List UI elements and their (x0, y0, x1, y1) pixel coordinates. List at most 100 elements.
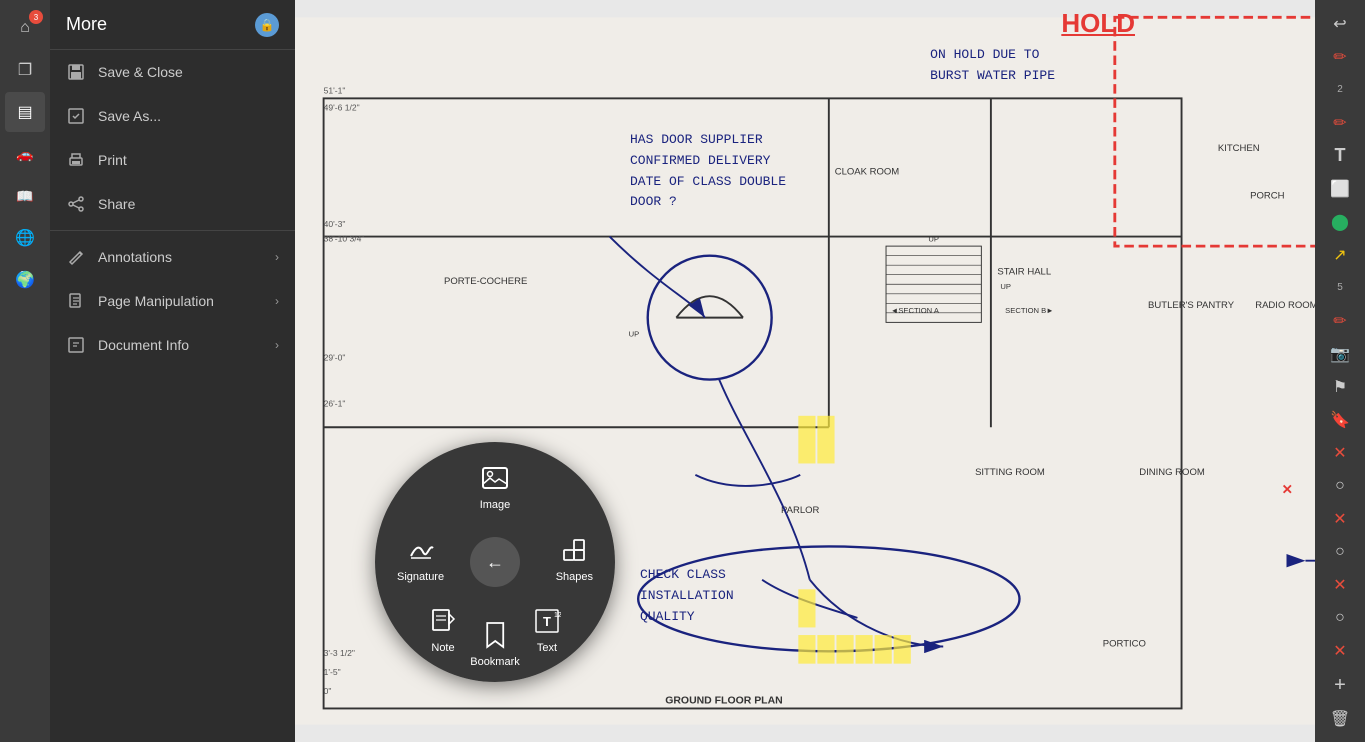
home-badge: 3 (29, 10, 43, 24)
svg-text:29'-0": 29'-0" (324, 353, 346, 363)
arrow-button[interactable]: ↗ (1320, 239, 1360, 270)
radial-text-item[interactable]: T 12 Text (529, 603, 565, 654)
svg-text:51'-1": 51'-1" (324, 86, 346, 96)
text-t-icon: T (1335, 145, 1346, 166)
copy-icon: ❐ (18, 60, 32, 80)
text-icon: T 12 (529, 603, 565, 639)
sidebar-title: More (66, 14, 255, 35)
vehicle-icon: 🚗 (16, 146, 33, 163)
globe-icon: 🌐 (15, 228, 35, 248)
lock-icon: 🔒 (255, 13, 279, 37)
save-as-icon (66, 106, 86, 126)
doc-icon-btn[interactable]: ▤ (5, 92, 45, 132)
circle3-icon: ○ (1335, 543, 1345, 561)
text-t-button[interactable]: T (1320, 140, 1360, 171)
radial-shapes-item[interactable]: Shapes (556, 532, 593, 583)
circle4-button[interactable]: ○ (1320, 602, 1360, 633)
circle3-button[interactable]: ○ (1320, 536, 1360, 567)
circle-icon: ⬤ (1331, 212, 1349, 232)
number5-badge: 5 (1337, 282, 1343, 293)
annotations-label: Annotations (98, 249, 263, 265)
svg-text:GROUND FLOOR PLAN: GROUND FLOOR PLAN (665, 696, 782, 707)
annotations-chevron: › (275, 250, 279, 264)
save-as-item[interactable]: Save As... (50, 94, 295, 138)
hold-annotation: HOLD (1061, 8, 1135, 39)
radial-bookmark-item[interactable]: Bookmark (470, 617, 520, 668)
radial-signature-item[interactable]: Signature (397, 532, 444, 583)
svg-text:RADIO ROOM: RADIO ROOM (1255, 300, 1315, 311)
on-hold-annotation: ON HOLD DUE TOBURST WATER PIPE (930, 45, 1055, 87)
copy-icon-btn[interactable]: ❐ (5, 50, 45, 90)
pencil3-button[interactable]: ✏ (1320, 305, 1360, 336)
share-icon (66, 194, 86, 214)
add-button[interactable]: + (1320, 670, 1360, 701)
x4-button[interactable]: ✕ (1320, 635, 1360, 666)
x3-button[interactable]: ✕ (1320, 569, 1360, 600)
camera-icon: 📷 (1330, 344, 1350, 364)
flag-button[interactable]: ⚑ (1320, 371, 1360, 402)
home-icon-btn[interactable]: ⌂ 3 (5, 8, 45, 48)
earth-icon: 🌍 (15, 270, 35, 290)
print-item[interactable]: Print (50, 138, 295, 182)
svg-text:DINING ROOM: DINING ROOM (1139, 467, 1205, 478)
number5-button: 5 (1320, 272, 1360, 303)
print-icon (66, 150, 86, 170)
book-icon-btn[interactable]: 📖 (5, 176, 45, 216)
save-close-icon (66, 62, 86, 82)
circle4-icon: ○ (1335, 609, 1345, 627)
shapes-icon (556, 532, 592, 568)
book-icon: 📖 (16, 188, 33, 205)
radial-note-item[interactable]: Note (425, 603, 461, 654)
right-toolbar: ↩ ✏ 2 ✏ T ⬜ ⬤ ↗ 5 ✏ 📷 ⚑ (1315, 0, 1365, 742)
svg-text:38'-10 3/4": 38'-10 3/4" (324, 233, 365, 243)
svg-text:PORTICO: PORTICO (1103, 638, 1146, 649)
x1-icon: ✕ (1333, 443, 1346, 463)
svg-text:SECTION B►: SECTION B► (1005, 306, 1054, 315)
circle2-button[interactable]: ○ (1320, 470, 1360, 501)
doc-icon: ▤ (17, 102, 32, 122)
number2-badge: 2 (1337, 84, 1343, 95)
bookmark-right-icon: 🔖 (1330, 410, 1350, 430)
share-item[interactable]: Share (50, 182, 295, 226)
svg-text:49'-6 1/2": 49'-6 1/2" (324, 103, 360, 113)
pencil1-button[interactable]: ✏ (1320, 41, 1360, 72)
x1-button[interactable]: ✕ (1320, 437, 1360, 468)
svg-text:CLOAK ROOM: CLOAK ROOM (835, 167, 900, 178)
document-info-icon (66, 335, 86, 355)
earth-icon-btn[interactable]: 🌍 (5, 260, 45, 300)
page-manipulation-icon (66, 291, 86, 311)
circle2-icon: ○ (1335, 477, 1345, 495)
check-annotation: CHECK CLASSINSTALLATIONQUALITY (640, 565, 734, 627)
x3-icon: ✕ (1333, 575, 1346, 595)
undo-button[interactable]: ↩ (1320, 8, 1360, 39)
page-manipulation-item[interactable]: Page Manipulation › (50, 279, 295, 323)
circle-button[interactable]: ⬤ (1320, 206, 1360, 237)
bookmark-button[interactable]: 🔖 (1320, 404, 1360, 435)
svg-text:26'-1": 26'-1" (324, 398, 346, 408)
text-label: Text (537, 642, 557, 654)
trash-button[interactable]: 🗑 (1320, 703, 1360, 734)
document-info-item[interactable]: Document Info › (50, 323, 295, 367)
rect-button[interactable]: ⬜ (1320, 173, 1360, 204)
save-close-item[interactable]: Save & Close (50, 50, 295, 94)
flag-icon: ⚑ (1333, 377, 1347, 397)
svg-text:1'-5": 1'-5" (324, 667, 341, 677)
pencil2-button[interactable]: ✏ (1320, 107, 1360, 138)
vehicle-icon-btn[interactable]: 🚗 (5, 134, 45, 174)
radial-back-button[interactable]: ← (470, 537, 520, 587)
radial-circle: ← Image Signature (375, 442, 615, 682)
globe-icon-btn[interactable]: 🌐 (5, 218, 45, 258)
annotations-item[interactable]: Annotations › (50, 235, 295, 279)
app-layout: ⌂ 3 ❐ ▤ 🚗 📖 🌐 🌍 More 🔒 (0, 0, 1365, 742)
undo-icon: ↩ (1333, 14, 1346, 34)
add-icon: + (1334, 674, 1346, 697)
print-label: Print (98, 152, 279, 168)
x2-button[interactable]: ✕ (1320, 503, 1360, 534)
camera-button[interactable]: 📷 (1320, 338, 1360, 369)
svg-text:KITCHEN: KITCHEN (1218, 143, 1260, 154)
svg-text:T: T (543, 614, 551, 629)
radial-image-item[interactable]: Image (477, 460, 513, 511)
page-manipulation-chevron: › (275, 294, 279, 308)
pencil2-icon: ✏ (1333, 113, 1346, 133)
blueprint-area[interactable]: CLOAK ROOM KITCHEN PORCH PORTE-COCHERE S… (295, 0, 1315, 742)
